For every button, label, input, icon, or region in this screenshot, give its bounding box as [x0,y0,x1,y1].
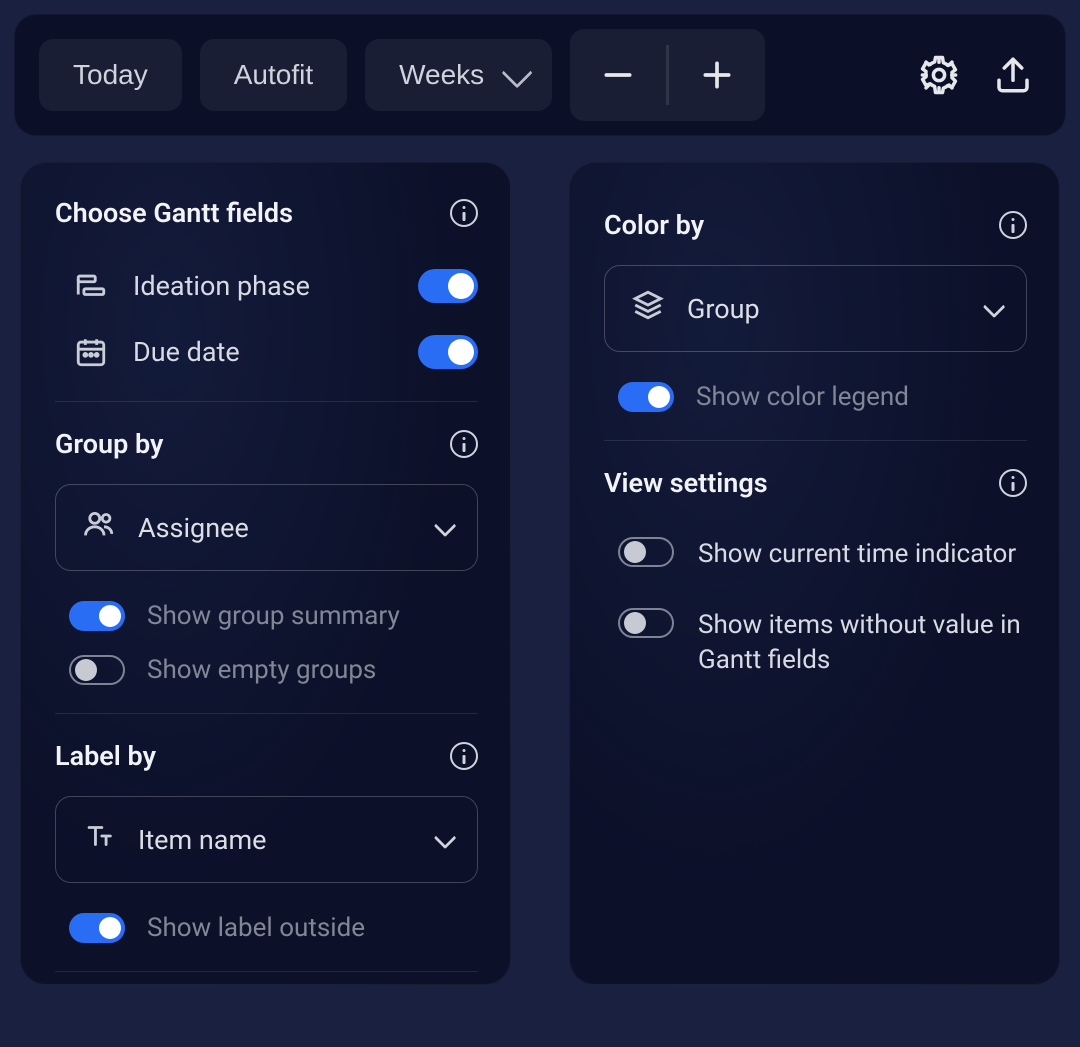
section-title: View settings [604,467,768,499]
zoom-out-button[interactable] [570,29,666,121]
divider [604,440,1027,441]
toggle-show-current-time[interactable] [618,537,674,567]
section-color-by-header: Color by [604,209,1027,241]
people-icon [82,507,116,548]
gantt-field-label: Due date [133,336,398,368]
zoom-in-button[interactable] [669,29,765,121]
today-label: Today [73,59,148,91]
layers-icon [631,288,665,329]
gear-icon [918,54,960,96]
chevron-down-icon [983,295,1006,318]
toggle-due-date[interactable] [418,335,478,369]
divider [55,971,478,972]
gantt-field-row-ideation: Ideation phase [55,253,478,319]
section-title: Color by [604,209,704,241]
timescale-select[interactable]: Weeks [365,39,552,111]
toggle-show-label-outside[interactable] [69,913,125,943]
show-label-outside-row: Show label outside [55,901,478,955]
sub-label: Show label outside [147,913,478,943]
divider [55,401,478,402]
section-label-by-header: Label by [55,740,478,772]
label-by-select[interactable]: Item name [55,796,478,883]
export-button[interactable] [985,47,1041,103]
gantt-field-label: Ideation phase [133,270,398,302]
zoom-group [570,29,765,121]
section-title: Label by [55,740,156,772]
calendar-icon [69,335,113,369]
timescale-label: Weeks [399,59,484,91]
section-group-by-header: Group by [55,428,478,460]
section-title: Choose Gantt fields [55,197,293,229]
autofit-button[interactable]: Autofit [200,39,347,111]
toggle-show-group-summary[interactable] [69,601,125,631]
today-button[interactable]: Today [39,39,182,111]
sub-label: Show empty groups [147,655,478,685]
settings-panels: Choose Gantt fields Ideation phase Due d… [14,162,1066,985]
info-icon[interactable] [999,211,1027,239]
info-icon[interactable] [450,199,478,227]
info-icon[interactable] [450,742,478,770]
show-current-time-row: Show current time indicator [604,523,1027,594]
section-gantt-fields-header: Choose Gantt fields [55,197,478,229]
group-by-select[interactable]: Assignee [55,484,478,571]
sub-label: Show color legend [696,382,1027,412]
info-icon[interactable] [999,469,1027,497]
settings-button[interactable] [911,47,967,103]
gantt-field-row-due-date: Due date [55,319,478,385]
color-by-select[interactable]: Group [604,265,1027,352]
panel-left: Choose Gantt fields Ideation phase Due d… [20,162,511,985]
info-icon[interactable] [450,430,478,458]
sub-label: Show group summary [147,601,478,631]
section-title: Group by [55,428,163,460]
autofit-label: Autofit [234,59,313,91]
show-group-summary-row: Show group summary [55,589,478,643]
group-by-value: Assignee [138,512,413,544]
view-label: Show current time indicator [698,537,1027,572]
divider [55,713,478,714]
minus-icon [598,55,638,95]
show-color-legend-row: Show color legend [604,370,1027,424]
plus-icon [697,55,737,95]
timeline-icon [69,269,113,303]
show-items-without-value-row: Show items without value in Gantt fields [604,594,1027,700]
color-by-value: Group [687,293,962,325]
toggle-show-empty-groups[interactable] [69,655,125,685]
panel-right: Color by Group Show color legend View se… [569,162,1060,985]
toggle-ideation-phase[interactable] [418,269,478,303]
toggle-show-items-without-value[interactable] [618,608,674,638]
view-label: Show items without value in Gantt fields [698,608,1027,678]
show-empty-groups-row: Show empty groups [55,643,478,697]
toolbar: Today Autofit Weeks [14,14,1066,136]
toggle-show-color-legend[interactable] [618,382,674,412]
label-by-value: Item name [138,824,413,856]
section-view-settings-header: View settings [604,467,1027,499]
upload-icon [992,54,1034,96]
chevron-down-icon [434,514,457,537]
chevron-down-icon [434,826,457,849]
chevron-down-icon [502,57,533,88]
text-icon [82,819,116,860]
